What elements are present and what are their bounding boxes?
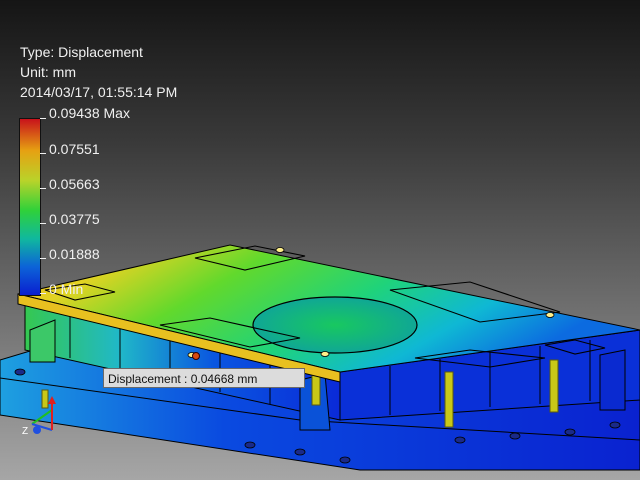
legend-tick-label: 0.07551	[49, 141, 100, 157]
fea-model-render[interactable]	[0, 0, 640, 480]
legend-tick-label: 0.03775	[49, 211, 100, 227]
result-timestamp: 2014/03/17, 01:55:14 PM	[20, 84, 178, 100]
probe-point-marker[interactable]	[192, 352, 200, 360]
legend-tick-label: 0.05663	[49, 176, 100, 192]
legend-tick-mark	[40, 223, 46, 224]
xyz-axis-triad-icon[interactable]: Z	[20, 388, 60, 438]
displacement-probe-label[interactable]: Displacement : 0.04668 mm	[103, 368, 305, 388]
legend-max-label: 0.09438 Max	[49, 105, 130, 121]
legend-tick-label: 0.01888	[49, 246, 100, 262]
color-legend-bar	[19, 118, 41, 296]
result-type-label: Type: Displacement	[20, 44, 143, 60]
legend-tick-mark	[40, 258, 46, 259]
legend-tick-mark	[40, 293, 46, 294]
graphics-viewport[interactable]: Type: Displacement Unit: mm 2014/03/17, …	[0, 0, 640, 480]
legend-tick-mark	[40, 188, 46, 189]
result-unit-label: Unit: mm	[20, 64, 76, 80]
z-axis-label: Z	[22, 426, 28, 437]
legend-tick-mark	[40, 118, 46, 119]
legend-min-label: 0 Min	[49, 281, 84, 297]
legend-tick-mark	[40, 153, 46, 154]
central-bore	[252, 296, 418, 354]
